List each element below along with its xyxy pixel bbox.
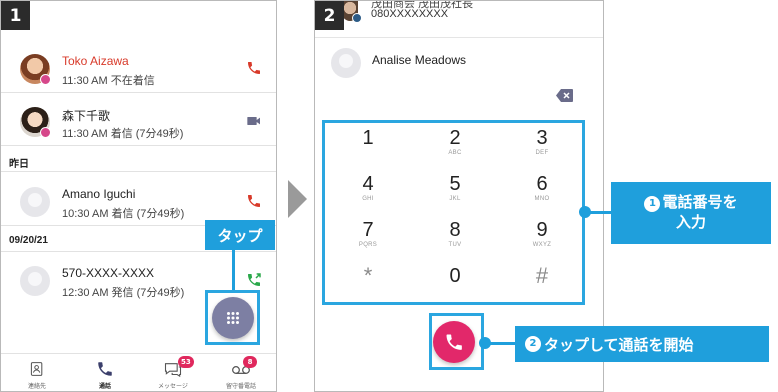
key-digit: 8 — [449, 219, 461, 241]
caller-name: Toko Aizawa — [62, 54, 129, 68]
call-detail: 12:30 AM 発信 (7分49秒) — [62, 287, 185, 299]
key-7[interactable]: 7 PQRS — [325, 213, 411, 257]
key-letters: MNO — [534, 196, 550, 202]
nav-label: 連絡先 — [27, 383, 46, 390]
key-digit: 3 — [536, 127, 548, 149]
key-6[interactable]: 6 MNO — [499, 167, 585, 211]
key-digit: # — [535, 263, 549, 288]
key-digit: 2 — [449, 127, 461, 149]
call-history-screen: 1 Toko Aizawa 11:30 AM 不在着信 森下千歌 11:30 A… — [0, 0, 277, 392]
call-detail: 10:30 AM 着信 (7分49秒) — [62, 208, 185, 220]
key-letters: GHI — [362, 196, 374, 202]
key-1[interactable]: 1 — [325, 121, 411, 165]
phone-icon[interactable] — [246, 193, 262, 209]
nav-voicemail[interactable]: 8 留守番電話 — [209, 356, 273, 391]
step-circle-number: 1 — [644, 196, 661, 212]
section-header-date: 昨日 — [9, 159, 29, 170]
key-digit: 6 — [536, 173, 548, 195]
callout-text: タップして通話を開始 — [544, 335, 694, 354]
key-letters: WXYZ — [532, 242, 552, 248]
key-digit: 5 — [449, 173, 461, 195]
avatar — [20, 187, 50, 217]
key-letters: ABC — [448, 150, 462, 156]
nav-messages[interactable]: 53 メッセージ — [141, 356, 205, 391]
caller-name: 570-XXXX-XXXX — [62, 266, 155, 280]
key-letters: JKL — [449, 196, 461, 202]
call-history-row[interactable]: Toko Aizawa 11:30 AM 不在着信 — [1, 46, 276, 106]
callout-connector — [485, 342, 515, 345]
backspace-icon[interactable] — [556, 89, 573, 102]
key-4[interactable]: 4 GHI — [325, 167, 411, 211]
callout-tap: タップ — [205, 220, 275, 250]
nav-calls[interactable]: 通話 — [73, 358, 137, 391]
key-digit: * — [363, 263, 373, 288]
start-call-button[interactable] — [433, 321, 475, 363]
next-step-arrow — [288, 180, 307, 218]
key-digit: 4 — [362, 173, 374, 195]
key-2[interactable]: 2 ABC — [412, 121, 498, 165]
callout-connector — [585, 211, 611, 214]
key-star[interactable]: * — [325, 259, 411, 303]
key-digit: 9 — [536, 219, 548, 241]
dialpad-button[interactable] — [212, 297, 254, 339]
call-detail: 11:30 AM 着信 (7分49秒) — [62, 128, 184, 140]
divider — [1, 92, 276, 93]
step-circle-number: 2 — [525, 336, 541, 352]
contact-suggestion-number[interactable]: 080XXXXXXXX — [371, 8, 448, 20]
bottom-navigation: 連絡先 通話 53 メッセージ 8 留守番電話 — [1, 353, 276, 391]
call-history-row[interactable]: 森下千歌 11:30 AM 着信 (7分49秒) — [1, 99, 276, 159]
nav-label: 通話 — [98, 383, 111, 390]
dial-keypad: 1 2 ABC 3 DEF 4 GHI 5 JKL 6 MNO 7 PQRS 8 TUV 9W… — [325, 121, 585, 304]
call-detail: 11:30 AM 不在着信 — [62, 75, 155, 87]
dialpad-grid-icon — [227, 312, 239, 324]
callout-enter-number: 1 電話番号を 入力 — [611, 182, 771, 244]
callout-connector — [232, 250, 235, 290]
callout-text: 入力 — [675, 213, 706, 231]
divider — [1, 171, 276, 172]
caller-name: 森下千歌 — [62, 109, 111, 123]
divider — [1, 145, 276, 146]
step-number-badge: 2 — [315, 1, 344, 30]
key-digit: 1 — [362, 127, 374, 149]
unread-badge: 53 — [178, 356, 194, 368]
presence-status-icon — [40, 74, 51, 85]
avatar — [342, 1, 362, 23]
nav-contacts[interactable]: 連絡先 — [5, 358, 69, 391]
divider — [315, 37, 603, 38]
phone-icon — [446, 334, 462, 350]
key-3[interactable]: 3 DEF — [499, 121, 585, 165]
unread-badge: 8 — [243, 356, 257, 368]
key-hash[interactable]: # — [499, 259, 585, 303]
key-8[interactable]: 8 TUV — [412, 213, 498, 257]
key-letters: TUV — [448, 242, 462, 248]
callout-text: 電話番号を — [662, 193, 738, 211]
contact-suggestion-name[interactable]: Analise Meadows — [372, 53, 466, 67]
divider — [1, 251, 276, 252]
key-letters: DEF — [535, 150, 549, 156]
avatar — [20, 266, 50, 296]
nav-label: 留守番電話 — [225, 383, 256, 390]
key-digit: 7 — [362, 219, 374, 241]
video-icon[interactable] — [246, 113, 262, 129]
avatar — [331, 48, 361, 78]
contacts-icon — [30, 362, 43, 376]
key-digit: 0 — [449, 265, 461, 287]
caller-name: Amano Iguchi — [62, 187, 136, 201]
step-number-badge: 1 — [1, 1, 30, 30]
phone-icon — [98, 362, 112, 376]
key-5[interactable]: 5 JKL — [412, 167, 498, 211]
phone-icon[interactable] — [246, 60, 262, 76]
key-0[interactable]: 0 — [412, 259, 498, 303]
outgoing-call-icon[interactable] — [246, 272, 262, 288]
nav-label: メッセージ — [158, 383, 188, 390]
callout-start-call: 2 タップして通話を開始 — [515, 326, 769, 362]
section-header-date: 09/20/21 — [9, 235, 48, 246]
key-9[interactable]: 9 WXYZ — [499, 213, 585, 257]
presence-status-icon — [40, 127, 51, 138]
key-letters: PQRS — [358, 242, 378, 248]
